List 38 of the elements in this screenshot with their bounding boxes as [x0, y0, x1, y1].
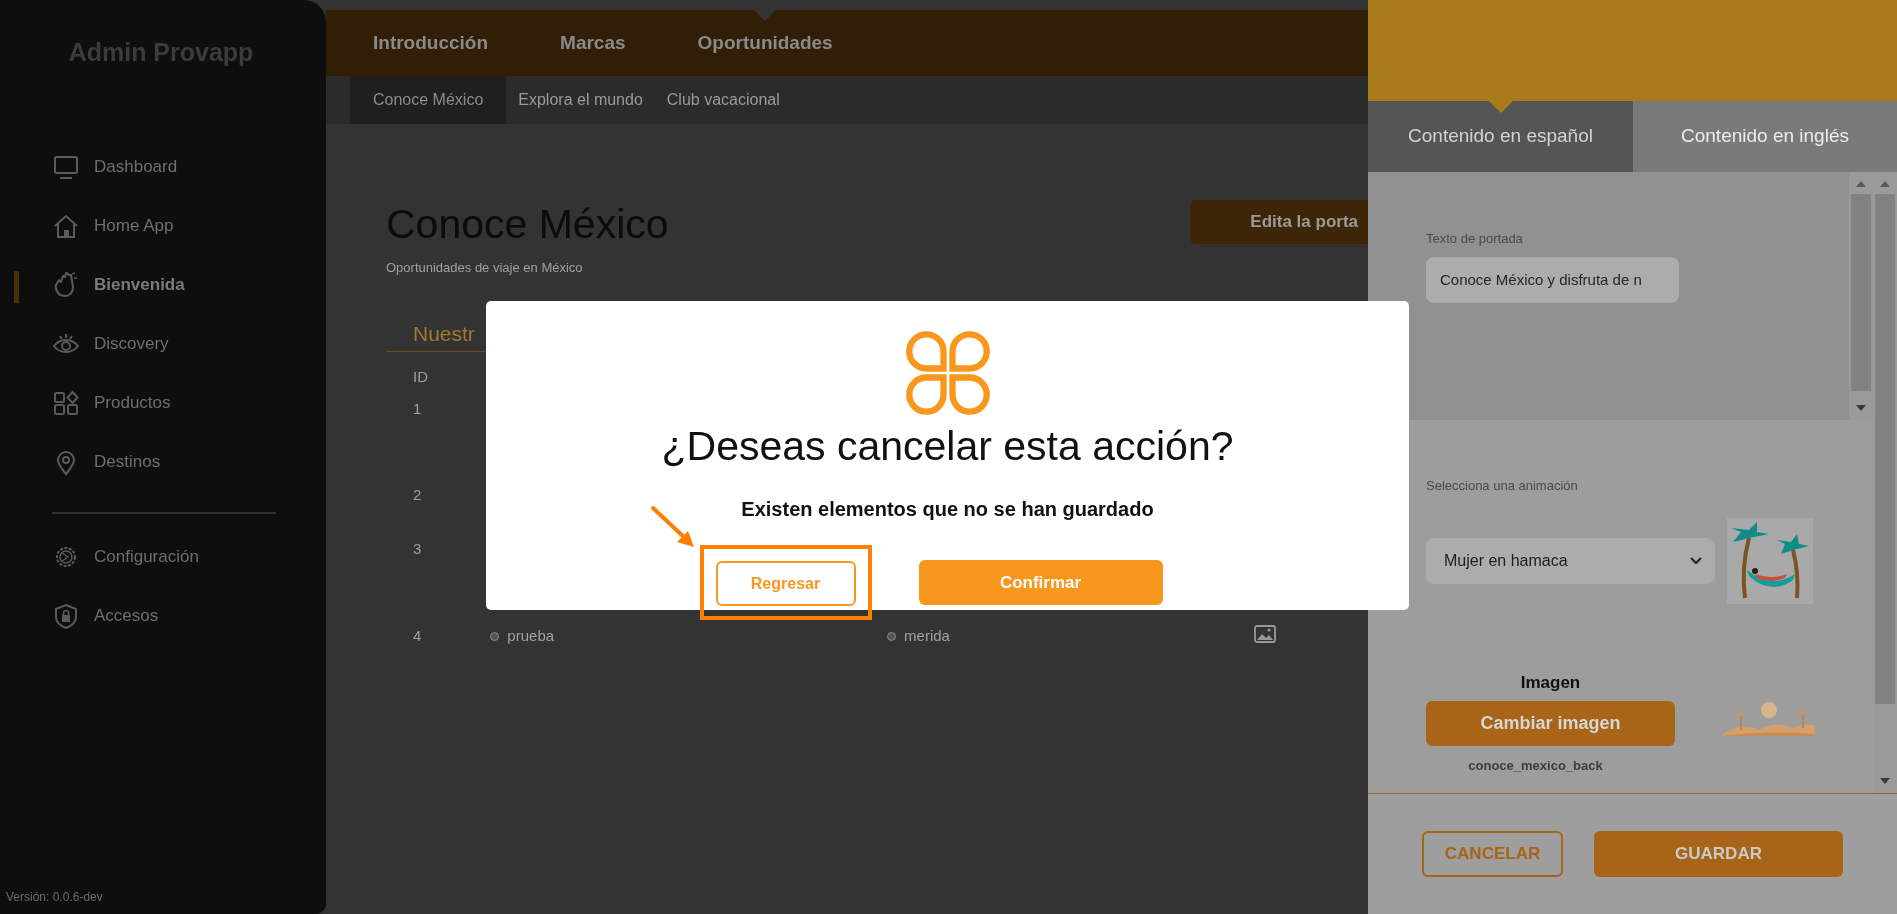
table-cell-text: prueba [507, 626, 555, 646]
table-cell-text: 2 [413, 485, 422, 505]
sub-tab[interactable]: Explora el mundo [506, 76, 655, 124]
dialog-message: Existen elementos que no se han guardado [741, 497, 1154, 522]
field-label: Selecciona una animación [1426, 477, 1579, 495]
table-cell-text: 3 [413, 539, 422, 559]
table-cell-text: 4 [413, 626, 422, 646]
nav-item[interactable]: Home App [0, 196, 326, 256]
animation-select[interactable]: Mujer en hamaca [1426, 537, 1715, 584]
text-input[interactable]: Conoce México y disfruta de n [1426, 256, 1679, 303]
table-cell-text: 1 [413, 399, 422, 419]
version-label: Versión: 0.0.6-dev [5, 889, 104, 906]
change-image-button[interactable]: Cambiar imagen [1426, 701, 1675, 746]
dialog-title: ¿Deseas cancelar esta acción? [661, 422, 1234, 470]
back-button[interactable]: Regresar [715, 561, 856, 606]
panel-tab[interactable]: Contenido en inglés [1633, 101, 1897, 172]
top-tab[interactable]: Marcas [560, 10, 626, 76]
file-name: conoce_mexico_back [1468, 757, 1603, 775]
top-tab[interactable]: Introducción [373, 10, 489, 76]
nav-item[interactable]: Destinos [0, 432, 326, 492]
field-label: Texto de portada [1426, 230, 1524, 248]
nav-item[interactable]: Accesos [0, 586, 326, 646]
page-subtitle: Oportunidades de viaje en México [386, 259, 584, 277]
sub-tab[interactable]: Conoce México [350, 76, 507, 124]
nav-item[interactable]: Productos [0, 373, 326, 433]
column-header: ID [413, 367, 428, 387]
panel-tab[interactable]: Contenido en español [1368, 101, 1633, 172]
nav-item[interactable]: Bienvenida [0, 255, 326, 315]
field-label: Imagen [1520, 671, 1581, 694]
sub-tab[interactable]: Club vacacional [654, 76, 792, 124]
save-button[interactable]: GUARDAR [1594, 831, 1843, 877]
edit-cover-button[interactable]: Edita la porta [1190, 200, 1368, 244]
nav-item[interactable]: Configuración [0, 527, 326, 587]
confirm-button[interactable]: Confirmar [918, 560, 1163, 605]
table-cell-text: merida [904, 626, 950, 646]
nav-item[interactable]: Discovery [0, 314, 326, 374]
top-tab[interactable]: Oportunidades [697, 10, 833, 76]
nav-item[interactable]: Dashboard [0, 137, 326, 197]
